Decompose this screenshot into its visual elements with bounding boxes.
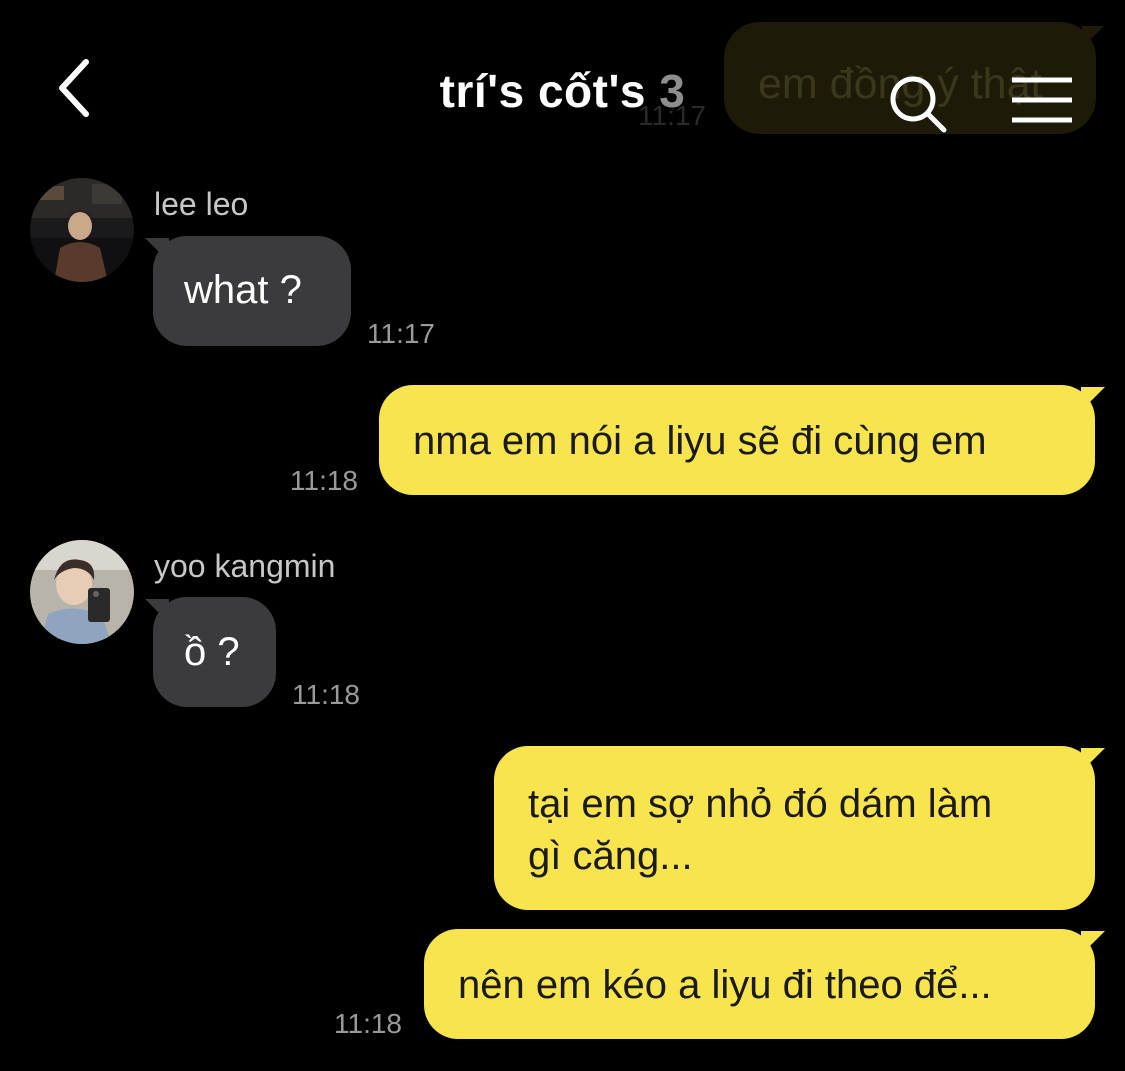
message-text: nên em kéo a liyu đi theo để... bbox=[458, 963, 992, 1007]
message-time: 11:18 bbox=[290, 465, 358, 496]
message-bubble[interactable]: tại em sợ nhỏ đó dám làm gì căng... bbox=[494, 746, 1095, 910]
avatar-yoo-kangmin[interactable] bbox=[30, 540, 134, 644]
member-count: 3 bbox=[659, 65, 686, 117]
message-text: ồ ? bbox=[184, 630, 240, 674]
message-text: nma em nói a liyu sẽ đi cùng em bbox=[413, 419, 987, 463]
chat-title: trí's cốt's 3 bbox=[0, 64, 1125, 118]
message-bubble[interactable]: what ? bbox=[153, 236, 351, 346]
message-time: 11:17 bbox=[367, 318, 435, 349]
message-text-line: tại em sợ nhỏ đó dám làm bbox=[528, 782, 993, 826]
message-bubble[interactable]: nma em nói a liyu sẽ đi cùng em bbox=[379, 385, 1095, 495]
chat-name: trí's cốt's bbox=[439, 65, 646, 117]
message-time: 11:18 bbox=[292, 679, 360, 710]
message-time: 11:18 bbox=[334, 1008, 402, 1039]
message-bubble[interactable]: nên em kéo a liyu đi theo để... bbox=[424, 929, 1095, 1039]
message-text-line: gì căng... bbox=[528, 834, 693, 878]
search-icon[interactable] bbox=[886, 72, 950, 136]
sender-name: lee leo bbox=[154, 186, 249, 222]
avatar-lee-leo[interactable] bbox=[30, 178, 134, 282]
sender-name: yoo kangmin bbox=[154, 548, 336, 584]
message-text: what ? bbox=[184, 268, 302, 312]
menu-icon[interactable] bbox=[1010, 74, 1074, 128]
message-bubble[interactable]: ồ ? bbox=[153, 597, 276, 707]
